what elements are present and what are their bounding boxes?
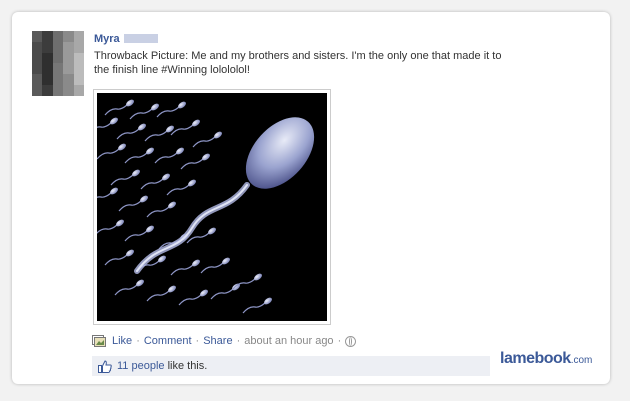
author-surname-redaction <box>123 34 158 43</box>
likes-suffix: like this. <box>164 360 208 372</box>
post-actions: Like · Comment · Share · about an hour a… <box>92 333 357 349</box>
post-photo[interactable] <box>93 89 331 325</box>
likes-bar: 11 people like this. <box>92 356 490 376</box>
story-photo-icon <box>92 335 106 347</box>
separator: · <box>236 335 241 347</box>
watermark-brand: lamebook <box>500 350 571 367</box>
separator: · <box>337 335 342 347</box>
like-link[interactable]: Like <box>112 335 132 347</box>
sperm-photo <box>97 93 327 321</box>
globe-icon[interactable] <box>345 335 357 347</box>
avatar[interactable] <box>32 31 84 96</box>
post-text: Throwback Picture: Me and my brothers an… <box>94 50 502 76</box>
thumbs-up-icon <box>98 359 112 373</box>
post-author[interactable]: Myra <box>94 33 158 45</box>
likes-count-link[interactable]: 11 people <box>117 360 165 372</box>
watermark-tld: .com <box>570 355 593 366</box>
author-name[interactable]: Myra <box>94 33 120 45</box>
separator: · <box>136 335 140 347</box>
separator: · <box>195 335 200 347</box>
share-link[interactable]: Share <box>203 335 232 347</box>
post-card: Myra Throwback Picture: Me and my brothe… <box>12 12 610 384</box>
lamebook-watermark: lamebook.com <box>500 350 592 368</box>
comment-link[interactable]: Comment <box>144 335 192 347</box>
timestamp[interactable]: about an hour ago <box>244 335 333 347</box>
